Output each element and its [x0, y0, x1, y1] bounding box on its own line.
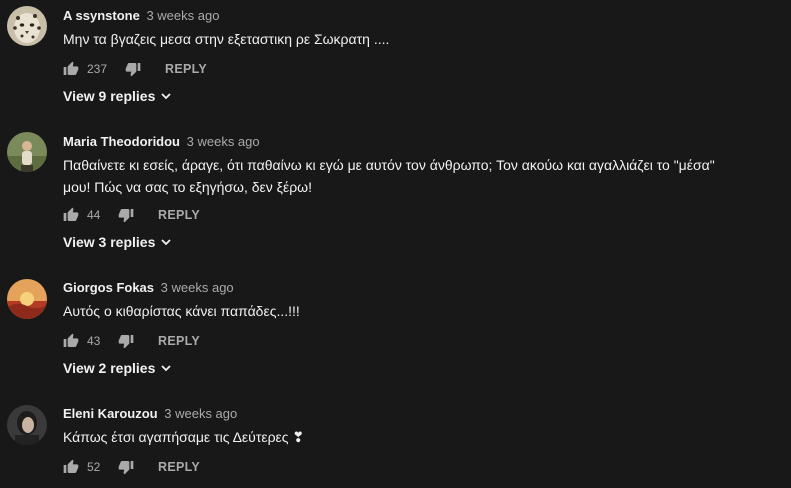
dislike-icon[interactable] — [118, 331, 136, 351]
comment-timestamp[interactable]: 3 weeks ago — [187, 134, 260, 149]
comment-text: Αυτός ο κιθαρίστας κάνει παπάδες...!!! — [63, 300, 763, 322]
comment-text-line: Αυτός ο κιθαρίστας κάνει παπάδες...!!! — [63, 303, 300, 319]
person-outdoor-avatar[interactable] — [7, 132, 47, 172]
like-count: 44 — [87, 208, 101, 222]
sunset-avatar[interactable] — [7, 279, 47, 319]
view-replies-button[interactable]: View 2 replies — [63, 358, 172, 378]
comment-timestamp[interactable]: 3 weeks ago — [146, 8, 219, 23]
chevron-down-icon — [160, 90, 172, 102]
comment-author[interactable]: Giorgos Fokas — [63, 280, 154, 295]
like-icon[interactable] — [63, 331, 81, 351]
comment-timestamp[interactable]: 3 weeks ago — [161, 280, 234, 295]
comment-text-line: Παθαίνετε κι εσείς, άραγε, ότι παθαίνω κ… — [63, 157, 715, 173]
like-icon[interactable] — [63, 59, 81, 79]
dislike-icon[interactable] — [125, 59, 143, 79]
comment-text-line: μου! Πώς να σας το εξηγήσω, δεν ξέρω! — [63, 179, 312, 195]
like-icon[interactable] — [63, 205, 81, 225]
comment-author[interactable]: Maria Theodoridou — [63, 134, 180, 149]
reply-button[interactable]: REPLY — [158, 205, 200, 225]
comment-text-line: Μην τα βγαζεις μεσα στην εξεταστικη ρε Σ… — [63, 31, 390, 47]
comment-text: Κάπως έτσι αγαπήσαμε τις Δεύτερες ❣ — [63, 426, 763, 448]
comment-timestamp[interactable]: 3 weeks ago — [164, 406, 237, 421]
reply-button[interactable]: REPLY — [158, 457, 200, 477]
person-portrait-avatar[interactable] — [7, 405, 47, 445]
view-replies-label: View 9 replies — [63, 88, 156, 104]
reply-button[interactable]: REPLY — [165, 59, 207, 79]
chevron-down-icon — [160, 362, 172, 374]
dislike-icon[interactable] — [118, 205, 136, 225]
dislike-icon[interactable] — [118, 457, 136, 477]
comment-author[interactable]: A ssynstone — [63, 8, 140, 23]
comment-text: Μην τα βγαζεις μεσα στην εξεταστικη ρε Σ… — [63, 28, 763, 50]
like-count: 237 — [87, 62, 108, 76]
like-count: 52 — [87, 460, 101, 474]
chevron-down-icon — [160, 236, 172, 248]
like-icon[interactable] — [63, 457, 81, 477]
view-replies-label: View 2 replies — [63, 360, 156, 376]
comment-text-line: Κάπως έτσι αγαπήσαμε τις Δεύτερες ❣ — [63, 429, 305, 445]
view-replies-button[interactable]: View 3 replies — [63, 232, 172, 252]
like-count: 43 — [87, 334, 101, 348]
reply-button[interactable]: REPLY — [158, 331, 200, 351]
comment-text: Παθαίνετε κι εσείς, άραγε, ότι παθαίνω κ… — [63, 154, 763, 198]
leopard-avatar[interactable] — [7, 6, 47, 46]
comment-author[interactable]: Eleni Karouzou — [63, 406, 158, 421]
view-replies-button[interactable]: View 9 replies — [63, 86, 172, 106]
view-replies-label: View 3 replies — [63, 234, 156, 250]
